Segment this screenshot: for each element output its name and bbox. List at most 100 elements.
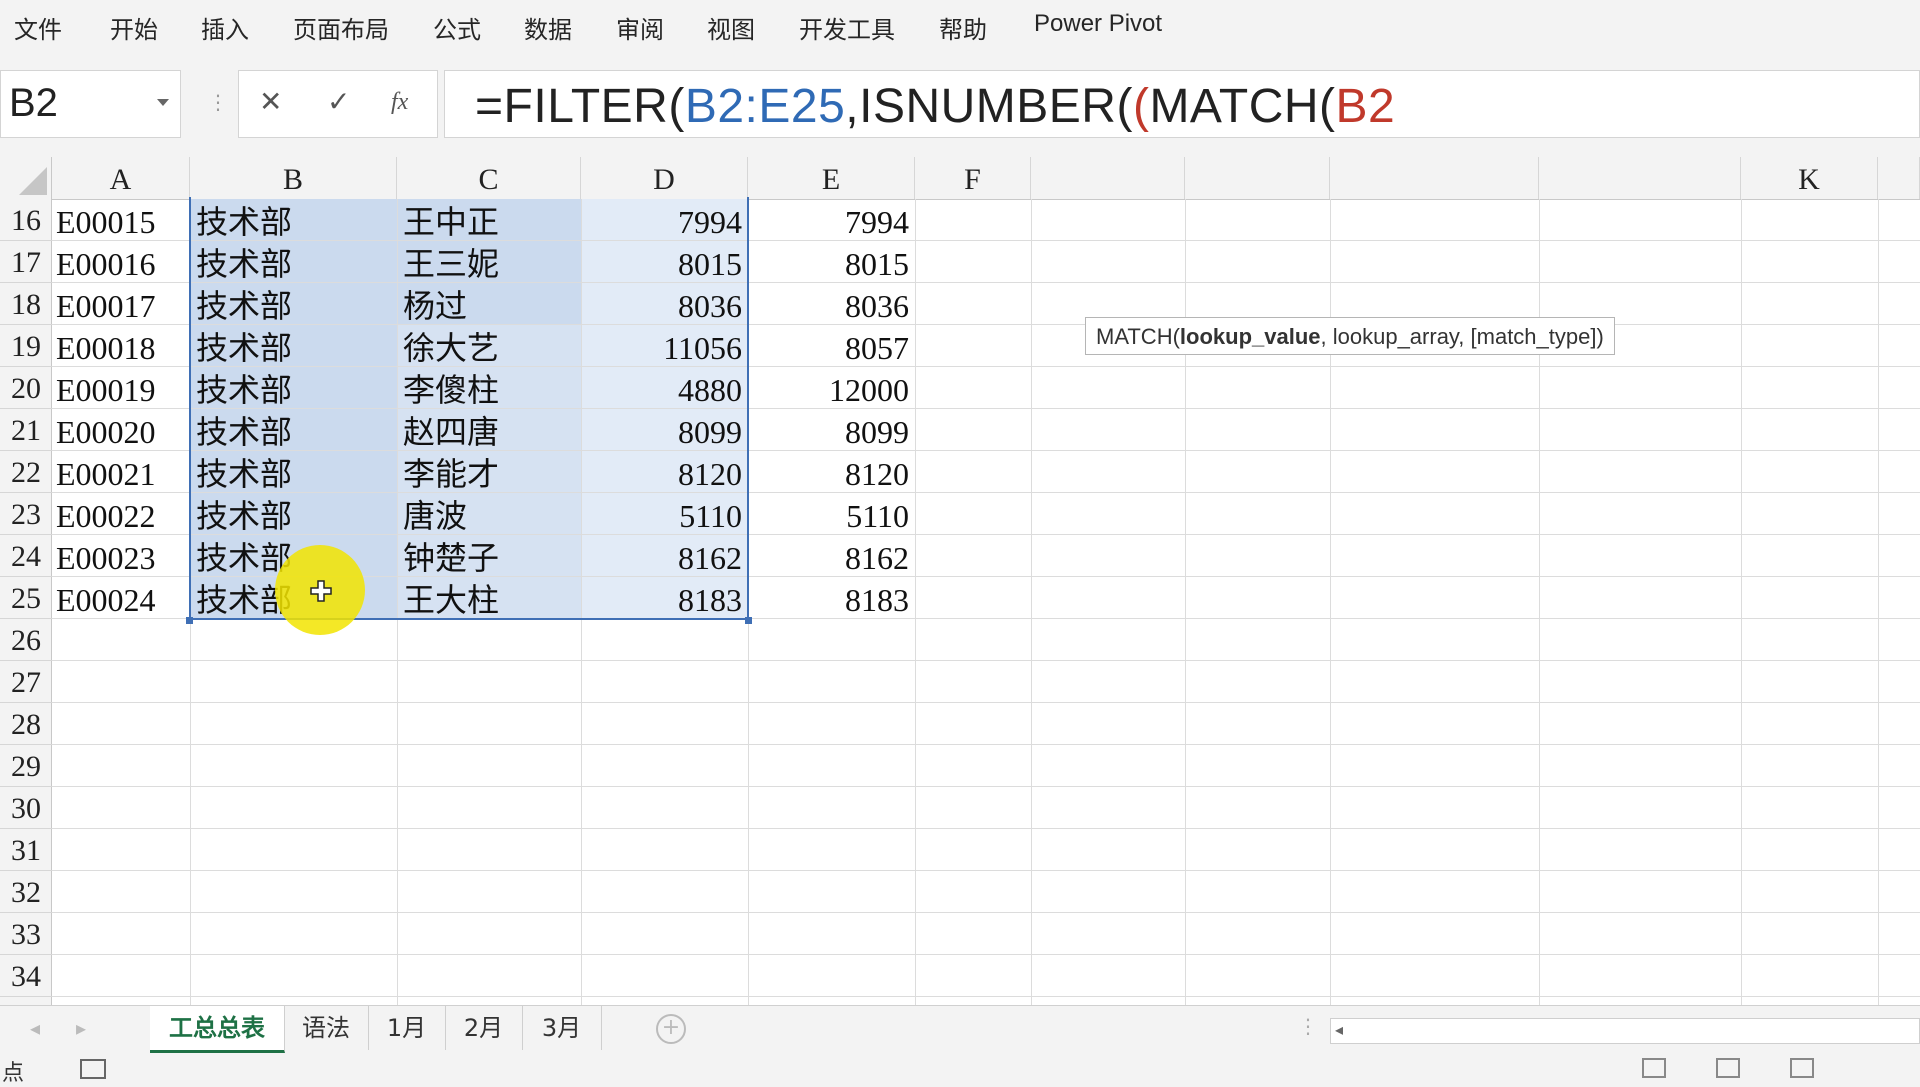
menu-review[interactable]: 审阅 [616,10,664,45]
column-header-f[interactable]: F [915,157,1031,199]
menu-insert[interactable]: 插入 [201,10,249,45]
menu-home[interactable]: 开始 [110,10,158,45]
cell-e[interactable]: 8057 [748,325,909,367]
menu-formulas[interactable]: 公式 [433,10,481,45]
cell-a[interactable]: E00022 [56,493,184,535]
sheet-tab-summary[interactable]: 工总总表 [150,1006,285,1053]
row-header[interactable]: 26 [0,619,52,661]
column-header-k[interactable]: K [1741,157,1878,199]
gridline-horizontal [52,954,1920,955]
splitter-dots-icon[interactable]: ⋮ [1298,1014,1318,1038]
row-header[interactable]: 18 [0,283,52,325]
scroll-left-icon[interactable]: ◂ [1335,1020,1343,1039]
function-tooltip[interactable]: MATCH(lookup_value, lookup_array, [match… [1085,317,1615,355]
column-header-i[interactable] [1330,157,1539,199]
menu-help[interactable]: 帮助 [939,10,987,45]
cell-e[interactable]: 7994 [748,199,909,241]
menu-view[interactable]: 视图 [707,10,755,45]
select-all-corner[interactable] [0,157,52,199]
formula-part: B2 [1335,80,1396,133]
sheet-tab-jan[interactable]: 1月 [368,1006,446,1050]
row-header[interactable]: 34 [0,955,52,997]
cancel-icon[interactable]: ✕ [259,85,282,118]
page-layout-view-icon[interactable] [1716,1058,1740,1078]
cell-a[interactable]: E00016 [56,241,184,283]
column-header-e[interactable]: E [748,157,915,199]
cell-a[interactable]: E00019 [56,367,184,409]
row-header[interactable]: 30 [0,787,52,829]
menu-page-layout[interactable]: 页面布局 [293,10,389,45]
row-header[interactable]: 32 [0,871,52,913]
cell-a[interactable]: E00018 [56,325,184,367]
row-header[interactable]: 31 [0,829,52,871]
cell-e[interactable]: 8036 [748,283,909,325]
gridline-horizontal [52,786,1920,787]
tab-scroll-right-icon[interactable]: ▸ [76,1016,86,1040]
sheet-tab-syntax[interactable]: 语法 [284,1006,369,1050]
row-header[interactable]: 17 [0,241,52,283]
row-header[interactable]: 29 [0,745,52,787]
gridline-vertical [1031,199,1032,1005]
row-header[interactable]: 28 [0,703,52,745]
cell-a[interactable]: E00015 [56,199,184,241]
cell-e[interactable]: 8015 [748,241,909,283]
row-header[interactable]: 19 [0,325,52,367]
horizontal-scrollbar[interactable]: ◂ [1330,1018,1920,1044]
insert-function-icon[interactable]: fx [391,89,408,116]
row-header[interactable]: 16 [0,199,52,241]
row-header[interactable]: 33 [0,913,52,955]
cell-a[interactable]: E00020 [56,409,184,451]
gridline-horizontal [52,744,1920,745]
cell-e[interactable]: 5110 [748,493,909,535]
menu-developer[interactable]: 开发工具 [799,10,895,45]
column-header-a[interactable]: A [52,157,190,199]
cell-a[interactable]: E00024 [56,577,184,619]
gridline-horizontal [52,702,1920,703]
macro-record-icon[interactable] [80,1059,106,1079]
row-header[interactable]: 25 [0,577,52,619]
cell-e[interactable]: 8183 [748,577,909,619]
cell-e[interactable]: 12000 [748,367,909,409]
chevron-down-icon[interactable] [157,99,169,106]
cell-a[interactable]: E00023 [56,535,184,577]
row-header[interactable]: 27 [0,661,52,703]
name-box-value: B2 [9,81,58,125]
gridline-horizontal [52,660,1920,661]
formula-text: =FILTER(B2:E25,ISNUMBER((MATCH(B2 [475,79,1395,134]
column-header-l[interactable] [1878,157,1920,199]
tab-scroll-left-icon[interactable]: ◂ [30,1016,40,1040]
cell-a[interactable]: E00017 [56,283,184,325]
cell-e[interactable]: 8162 [748,535,909,577]
column-header-h[interactable] [1185,157,1330,199]
column-header-j[interactable] [1539,157,1741,199]
tooltip-current-arg[interactable]: lookup_value [1180,324,1321,349]
normal-view-icon[interactable] [1642,1058,1666,1078]
add-sheet-icon[interactable]: + [656,1014,686,1044]
menu-power-pivot[interactable]: Power Pivot [1034,10,1162,38]
cell-e[interactable]: 8099 [748,409,909,451]
row-header[interactable]: 22 [0,451,52,493]
page-break-view-icon[interactable] [1790,1058,1814,1078]
sheet-tab-feb[interactable]: 2月 [445,1006,523,1050]
cell-e[interactable]: 8120 [748,451,909,493]
cell-a[interactable]: E00021 [56,451,184,493]
row-header[interactable]: 20 [0,367,52,409]
menu-data[interactable]: 数据 [524,10,572,45]
sheet-tab-mar[interactable]: 3月 [522,1006,602,1050]
enter-icon[interactable]: ✓ [327,85,350,118]
column-header-g[interactable] [1031,157,1185,199]
formula-input[interactable]: =FILTER(B2:E25,ISNUMBER((MATCH(B2 [444,70,1920,138]
column-header-b[interactable]: B [190,157,397,199]
row-header[interactable]: 23 [0,493,52,535]
row-header[interactable]: 24 [0,535,52,577]
menu-file[interactable]: 文件 [14,10,62,45]
formula-bar: B2 ⋮ ✕ ✓ fx =FILTER(B2:E25,ISNUMBER((MAT… [0,66,1920,140]
name-box[interactable]: B2 [0,70,181,138]
selection-handle[interactable] [745,617,752,624]
selection-handle[interactable] [186,617,193,624]
column-header-c[interactable]: C [397,157,581,199]
gridline-vertical [1878,199,1879,1005]
sheet-tab-bar: ◂ ▸ 工总总表 语法 1月 2月 3月 + ⋮ ◂ [0,1005,1920,1056]
row-header[interactable]: 21 [0,409,52,451]
column-header-d[interactable]: D [581,157,748,199]
